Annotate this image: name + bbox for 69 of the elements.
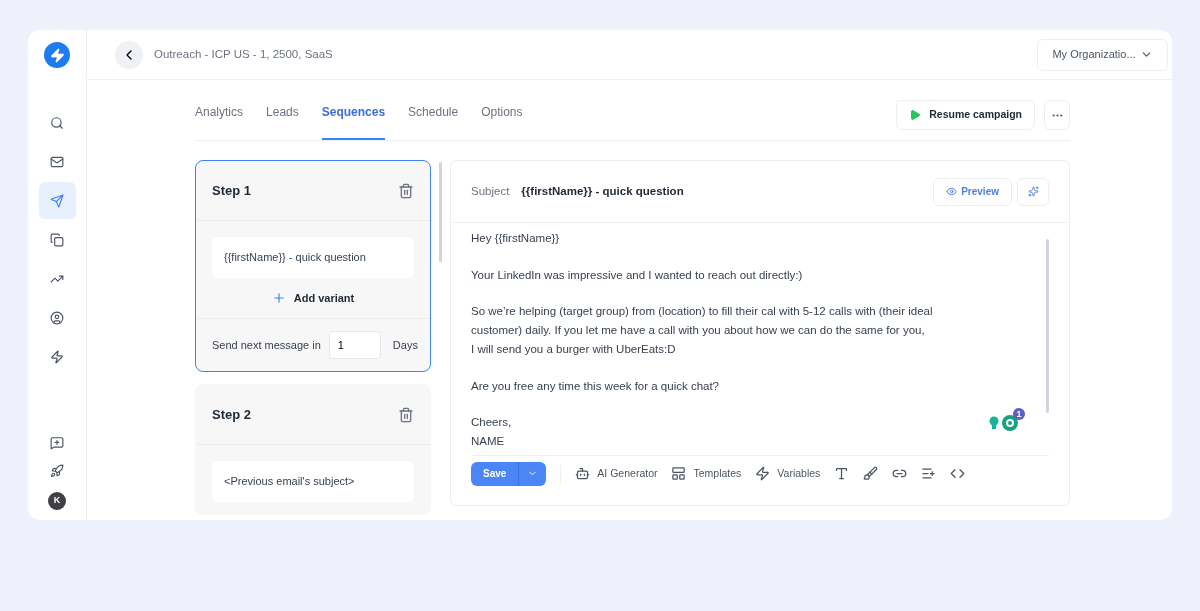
add-variant-button[interactable]: Add variant <box>271 289 355 306</box>
feedback-icon[interactable] <box>50 436 64 450</box>
trash-icon <box>398 406 414 423</box>
notification-badge: 1 <box>1013 408 1025 420</box>
step-card[interactable]: Step 1 {{firstName}} - quick question Add variant Send next message in 1 Days <box>195 160 431 372</box>
back-button[interactable] <box>115 40 143 69</box>
font-size-icon <box>834 466 850 481</box>
body-text: I will send you a burger with UberEats:D <box>471 341 676 357</box>
step-card[interactable]: Step 2 <Previous email's subject> <box>195 384 431 515</box>
copy-icon <box>50 232 64 247</box>
logo-icon[interactable] <box>44 42 70 68</box>
scrollbar[interactable] <box>439 162 442 262</box>
lightning-icon <box>50 349 64 364</box>
delay-input[interactable]: 1 <box>328 331 381 359</box>
body-text: Hey {{firstName}} <box>471 231 560 246</box>
body-text: Are you free any time this week for a quick chat? <box>471 378 719 394</box>
tab[interactable]: Leads <box>266 103 299 140</box>
sidebar-item[interactable] <box>38 182 76 219</box>
trash-icon <box>398 182 414 199</box>
subject-label: Subject <box>471 183 510 199</box>
step-title: Step 2 <box>212 405 251 424</box>
body-text: Cheers, <box>471 415 512 431</box>
rocket-icon[interactable] <box>50 464 64 478</box>
body-text: customer) daily. If you let me have a call with you about how we can do the same for you, <box>471 323 925 339</box>
scrollbar[interactable] <box>1046 239 1049 413</box>
play-icon <box>909 109 922 121</box>
resume-campaign-button[interactable]: Resume campaign <box>896 100 1035 130</box>
toolbar-button[interactable]: AI Generator <box>575 465 658 482</box>
tab[interactable]: Schedule <box>408 103 459 140</box>
toolbar-button[interactable]: Variables <box>755 465 821 482</box>
lightning-icon <box>755 466 771 481</box>
campaign-title: Outreach - ICP US - 1, 2500, SaaS <box>154 46 333 62</box>
toolbar-button[interactable] <box>950 466 966 481</box>
tab[interactable]: Sequences <box>321 103 386 140</box>
plus-icon <box>271 290 286 305</box>
eye-icon <box>946 186 958 197</box>
step-title: Step 1 <box>212 181 251 200</box>
search-icon <box>50 115 64 130</box>
code-icon <box>950 466 966 481</box>
layout-icon <box>671 466 687 481</box>
robot-icon <box>575 466 591 481</box>
toolbar-button[interactable] <box>921 466 937 481</box>
grammarly-icon[interactable] <box>1002 415 1018 431</box>
body-text: NAME <box>471 433 505 449</box>
tab[interactable]: Options <box>481 103 523 140</box>
send-icon <box>50 193 64 208</box>
toolbar-button[interactable] <box>863 466 879 481</box>
tab[interactable]: Analytics <box>195 103 244 140</box>
delay-label: Send next message in <box>212 337 321 353</box>
toolbar-button[interactable]: Templates <box>671 465 742 482</box>
insert-icon <box>921 466 937 481</box>
avatar[interactable]: K <box>48 492 66 510</box>
grammarly-widget[interactable]: 1 <box>986 408 1025 433</box>
delete-button[interactable] <box>398 182 414 199</box>
mail-icon <box>50 154 64 169</box>
toolbar-button[interactable] <box>834 466 850 481</box>
organization-dropdown[interactable]: My Organizatio... <box>1037 38 1168 71</box>
delete-button[interactable] <box>398 406 414 423</box>
lightbulb-icon <box>988 416 1000 430</box>
variant-subject[interactable]: {{firstName}} - quick question <box>212 237 414 278</box>
brush-icon <box>863 466 879 481</box>
variant-subject[interactable]: <Previous email's subject> <box>212 461 414 502</box>
subject-text[interactable]: {{firstName}} - quick question <box>521 182 684 201</box>
user-icon <box>50 310 64 325</box>
body-text: So we’re helping (target group) from (location) to fill their cal with 5-12 calls with (their ideal <box>471 304 933 320</box>
body-text: Your LinkedIn was impressive and I wanted to reach out directly:) <box>471 267 803 283</box>
sparkle-icon <box>1027 186 1039 197</box>
preview-button[interactable]: Preview <box>933 177 1012 206</box>
delay-unit: Days <box>392 337 418 353</box>
